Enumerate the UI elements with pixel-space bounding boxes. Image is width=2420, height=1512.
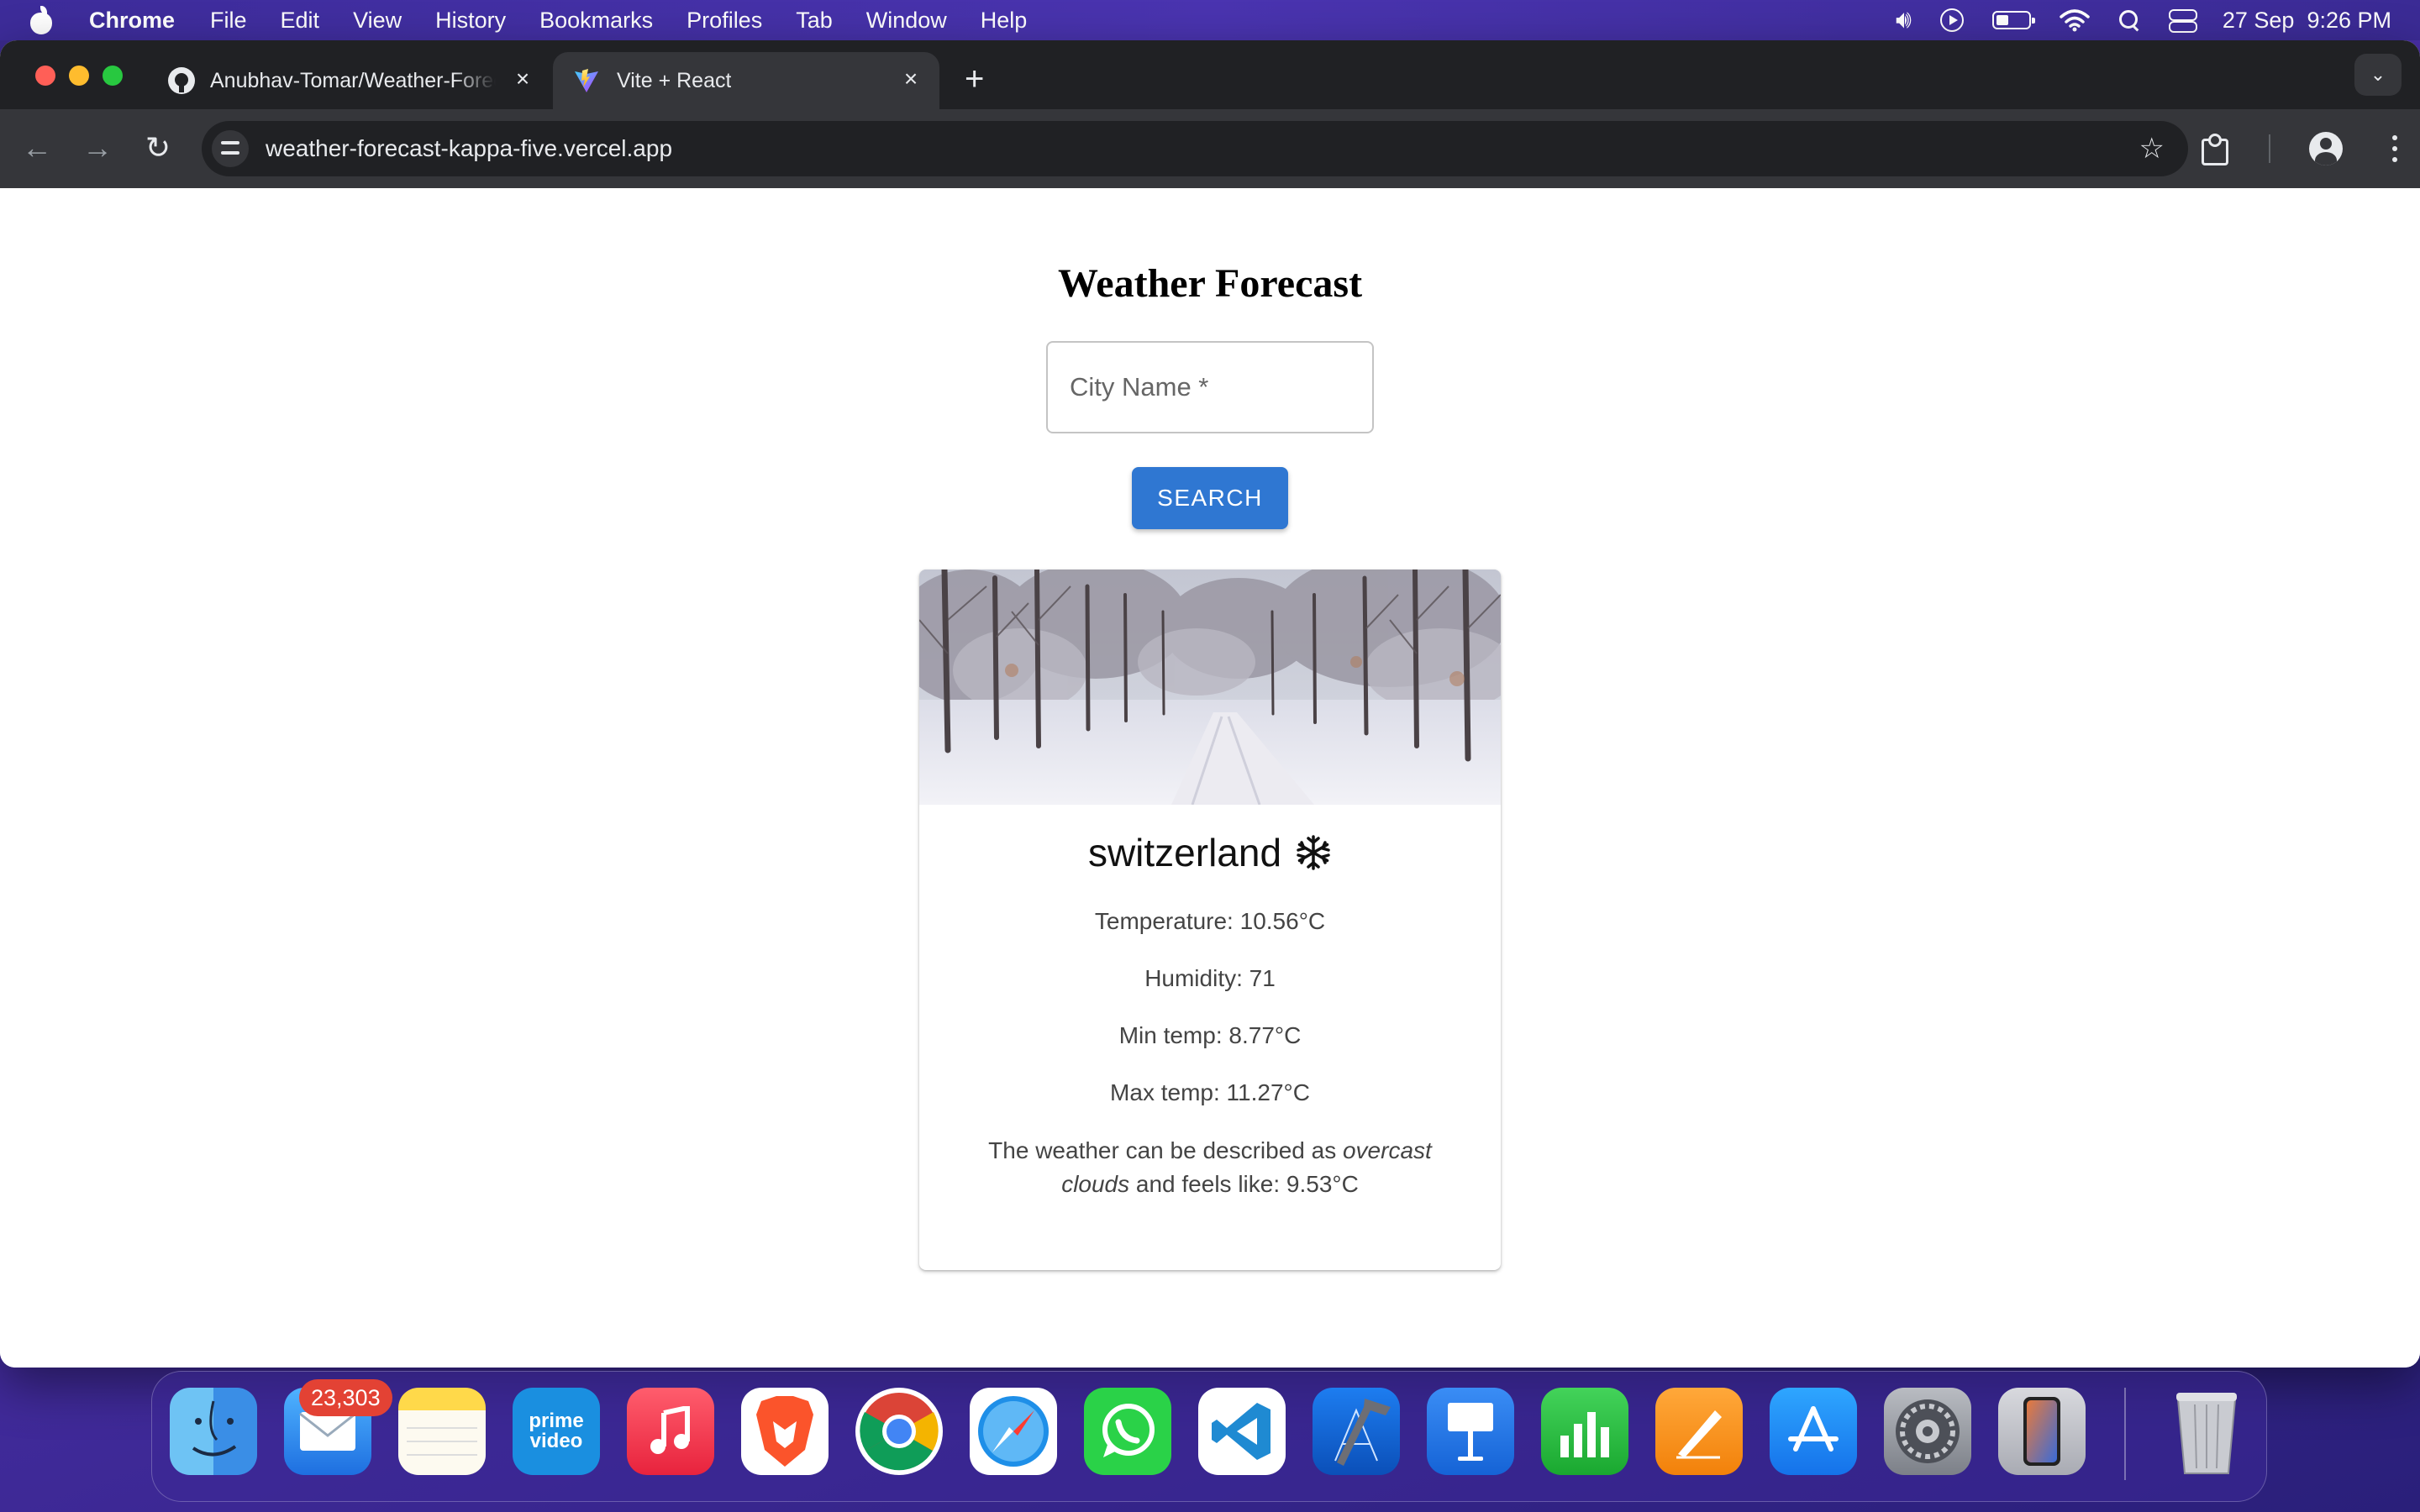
city-heading: switzerland	[1088, 830, 1332, 875]
dock-vscode-icon[interactable]	[1198, 1388, 1286, 1475]
menu-help[interactable]: Help	[981, 8, 1028, 34]
weather-description: The weather can be described as overcast…	[975, 1134, 1445, 1201]
dock-whatsapp-icon[interactable]	[1084, 1388, 1171, 1475]
vite-icon	[575, 69, 598, 92]
clock-time: 9:26 PM	[2307, 7, 2391, 33]
back-button[interactable]: ←	[20, 131, 54, 165]
weather-card-content: switzerland Temperature: 10.56°C Humidit…	[919, 805, 1501, 1201]
max-temp-text: Max temp: 11.27°C	[1110, 1079, 1310, 1105]
reload-button[interactable]: ↻	[141, 131, 175, 165]
menu-edit[interactable]: Edit	[281, 8, 320, 34]
dock-pages-icon[interactable]	[1655, 1388, 1743, 1475]
url-text[interactable]: weather-forecast-kappa-five.vercel.app	[266, 135, 672, 162]
new-tab-button[interactable]: +	[965, 62, 984, 96]
menu-history[interactable]: History	[435, 8, 506, 34]
city-name-text: switzerland	[1087, 831, 1282, 874]
tab-title: Vite + React	[617, 68, 732, 92]
snowy-park-image	[919, 570, 1501, 805]
dock-iphone-mirroring-icon[interactable]	[1998, 1388, 2086, 1475]
search-button[interactable]: SEARCH	[1132, 467, 1288, 529]
dock-divider	[2124, 1388, 2126, 1480]
desc-suffix: and feels like: 9.53°C	[1129, 1171, 1359, 1197]
dock-notes-icon[interactable]	[398, 1388, 486, 1475]
wifi-icon[interactable]	[2060, 8, 2090, 32]
web-page: Weather Forecast SEARCH	[0, 188, 2420, 1368]
dock-chrome-icon[interactable]	[855, 1388, 943, 1475]
dock-app-store-icon[interactable]	[1770, 1388, 1857, 1475]
weather-card: switzerland Temperature: 10.56°C Humidit…	[919, 570, 1501, 1270]
window-controls	[35, 66, 123, 86]
browser-toolbar: ← → ↻ weather-forecast-kappa-five.vercel…	[0, 109, 2420, 188]
tab-vite-react[interactable]: Vite + React ×	[553, 52, 939, 109]
profile-avatar-icon[interactable]	[2309, 132, 2343, 165]
dock-keynote-icon[interactable]	[1427, 1388, 1514, 1475]
apple-menu-icon[interactable]	[29, 6, 54, 34]
tab-github[interactable]: Anubhav-Tomar/Weather-Forecast ×	[148, 52, 551, 109]
chrome-menu-icon[interactable]	[2390, 132, 2400, 165]
clock-date: 27 Sep	[2222, 7, 2295, 33]
bookmark-star-icon[interactable]: ☆	[2139, 133, 2165, 165]
dock-brave-icon[interactable]	[741, 1388, 829, 1475]
dock-xcode-icon[interactable]	[1313, 1388, 1400, 1475]
city-name-field[interactable]	[1046, 341, 1374, 433]
prime-video-label: prime	[529, 1410, 584, 1432]
github-icon	[168, 67, 195, 94]
dock-prime-video-icon[interactable]: prime video	[513, 1388, 600, 1475]
tab-strip: Anubhav-Tomar/Weather-Forecast × Vite + …	[0, 40, 2420, 109]
dock-system-settings-icon[interactable]	[1884, 1388, 1971, 1475]
fullscreen-window-button[interactable]	[103, 66, 123, 86]
city-name-input[interactable]	[1048, 343, 1372, 432]
dock-numbers-icon[interactable]	[1541, 1388, 1628, 1475]
humidity-text: Humidity: 71	[1144, 965, 1276, 991]
menu-clock[interactable]: 27 Sep 9:26 PM	[2223, 8, 2391, 34]
spotlight-search-icon[interactable]	[2118, 9, 2140, 31]
control-center-icon[interactable]	[2168, 9, 2197, 33]
dock-safari-icon[interactable]	[970, 1388, 1057, 1475]
forward-button[interactable]: →	[81, 131, 114, 165]
menu-profiles[interactable]: Profiles	[687, 8, 762, 34]
address-bar[interactable]: weather-forecast-kappa-five.vercel.app ☆	[202, 121, 2188, 176]
dock-trash-icon[interactable]	[2163, 1388, 2250, 1475]
site-info-icon[interactable]	[212, 130, 249, 167]
snowflake-icon	[1297, 835, 1330, 870]
prime-video-label-2: video	[529, 1430, 583, 1452]
tab-search-button[interactable]: ⌄	[2354, 54, 2402, 96]
min-temp-text: Min temp: 8.77°C	[1118, 1022, 1302, 1048]
minimize-window-button[interactable]	[69, 66, 89, 86]
mail-unread-badge: 23,303	[299, 1379, 392, 1416]
browser-window: Anubhav-Tomar/Weather-Forecast × Vite + …	[0, 40, 2420, 1368]
toolbar-divider	[2269, 134, 2270, 163]
menu-bar: Chrome File Edit View History Bookmarks …	[0, 0, 2420, 40]
volume-icon[interactable]: 🔊︎	[1896, 8, 1912, 33]
dock-music-icon[interactable]	[627, 1388, 714, 1475]
menu-bookmarks[interactable]: Bookmarks	[539, 8, 653, 34]
extensions-icon[interactable]	[2196, 132, 2230, 165]
dock-finder-icon[interactable]	[170, 1388, 257, 1475]
now-playing-icon[interactable]	[1939, 8, 1964, 32]
menu-view[interactable]: View	[353, 8, 402, 34]
status-area: 🔊︎ 27 Sep 9:26 PM	[1896, 8, 2391, 34]
toolbar-actions	[2196, 109, 2420, 188]
menu-app-name[interactable]: Chrome	[89, 8, 175, 34]
menu-tab[interactable]: Tab	[796, 8, 833, 34]
close-window-button[interactable]	[35, 66, 55, 86]
desc-prefix: The weather can be described as	[988, 1137, 1343, 1163]
menu-file[interactable]: File	[210, 8, 247, 34]
menu-window[interactable]: Window	[866, 8, 947, 34]
close-tab-icon[interactable]: ×	[901, 67, 921, 91]
tab-title: Anubhav-Tomar/Weather-Forecast	[210, 68, 496, 92]
weather-stats: Temperature: 10.56°C Humidity: 71 Min te…	[919, 909, 1501, 1105]
page-title: Weather Forecast	[1057, 261, 1363, 306]
battery-icon[interactable]	[1991, 11, 2035, 29]
close-tab-icon[interactable]: ×	[513, 67, 533, 91]
weather-image	[919, 570, 1501, 805]
temperature-text: Temperature: 10.56°C	[1094, 908, 1326, 934]
